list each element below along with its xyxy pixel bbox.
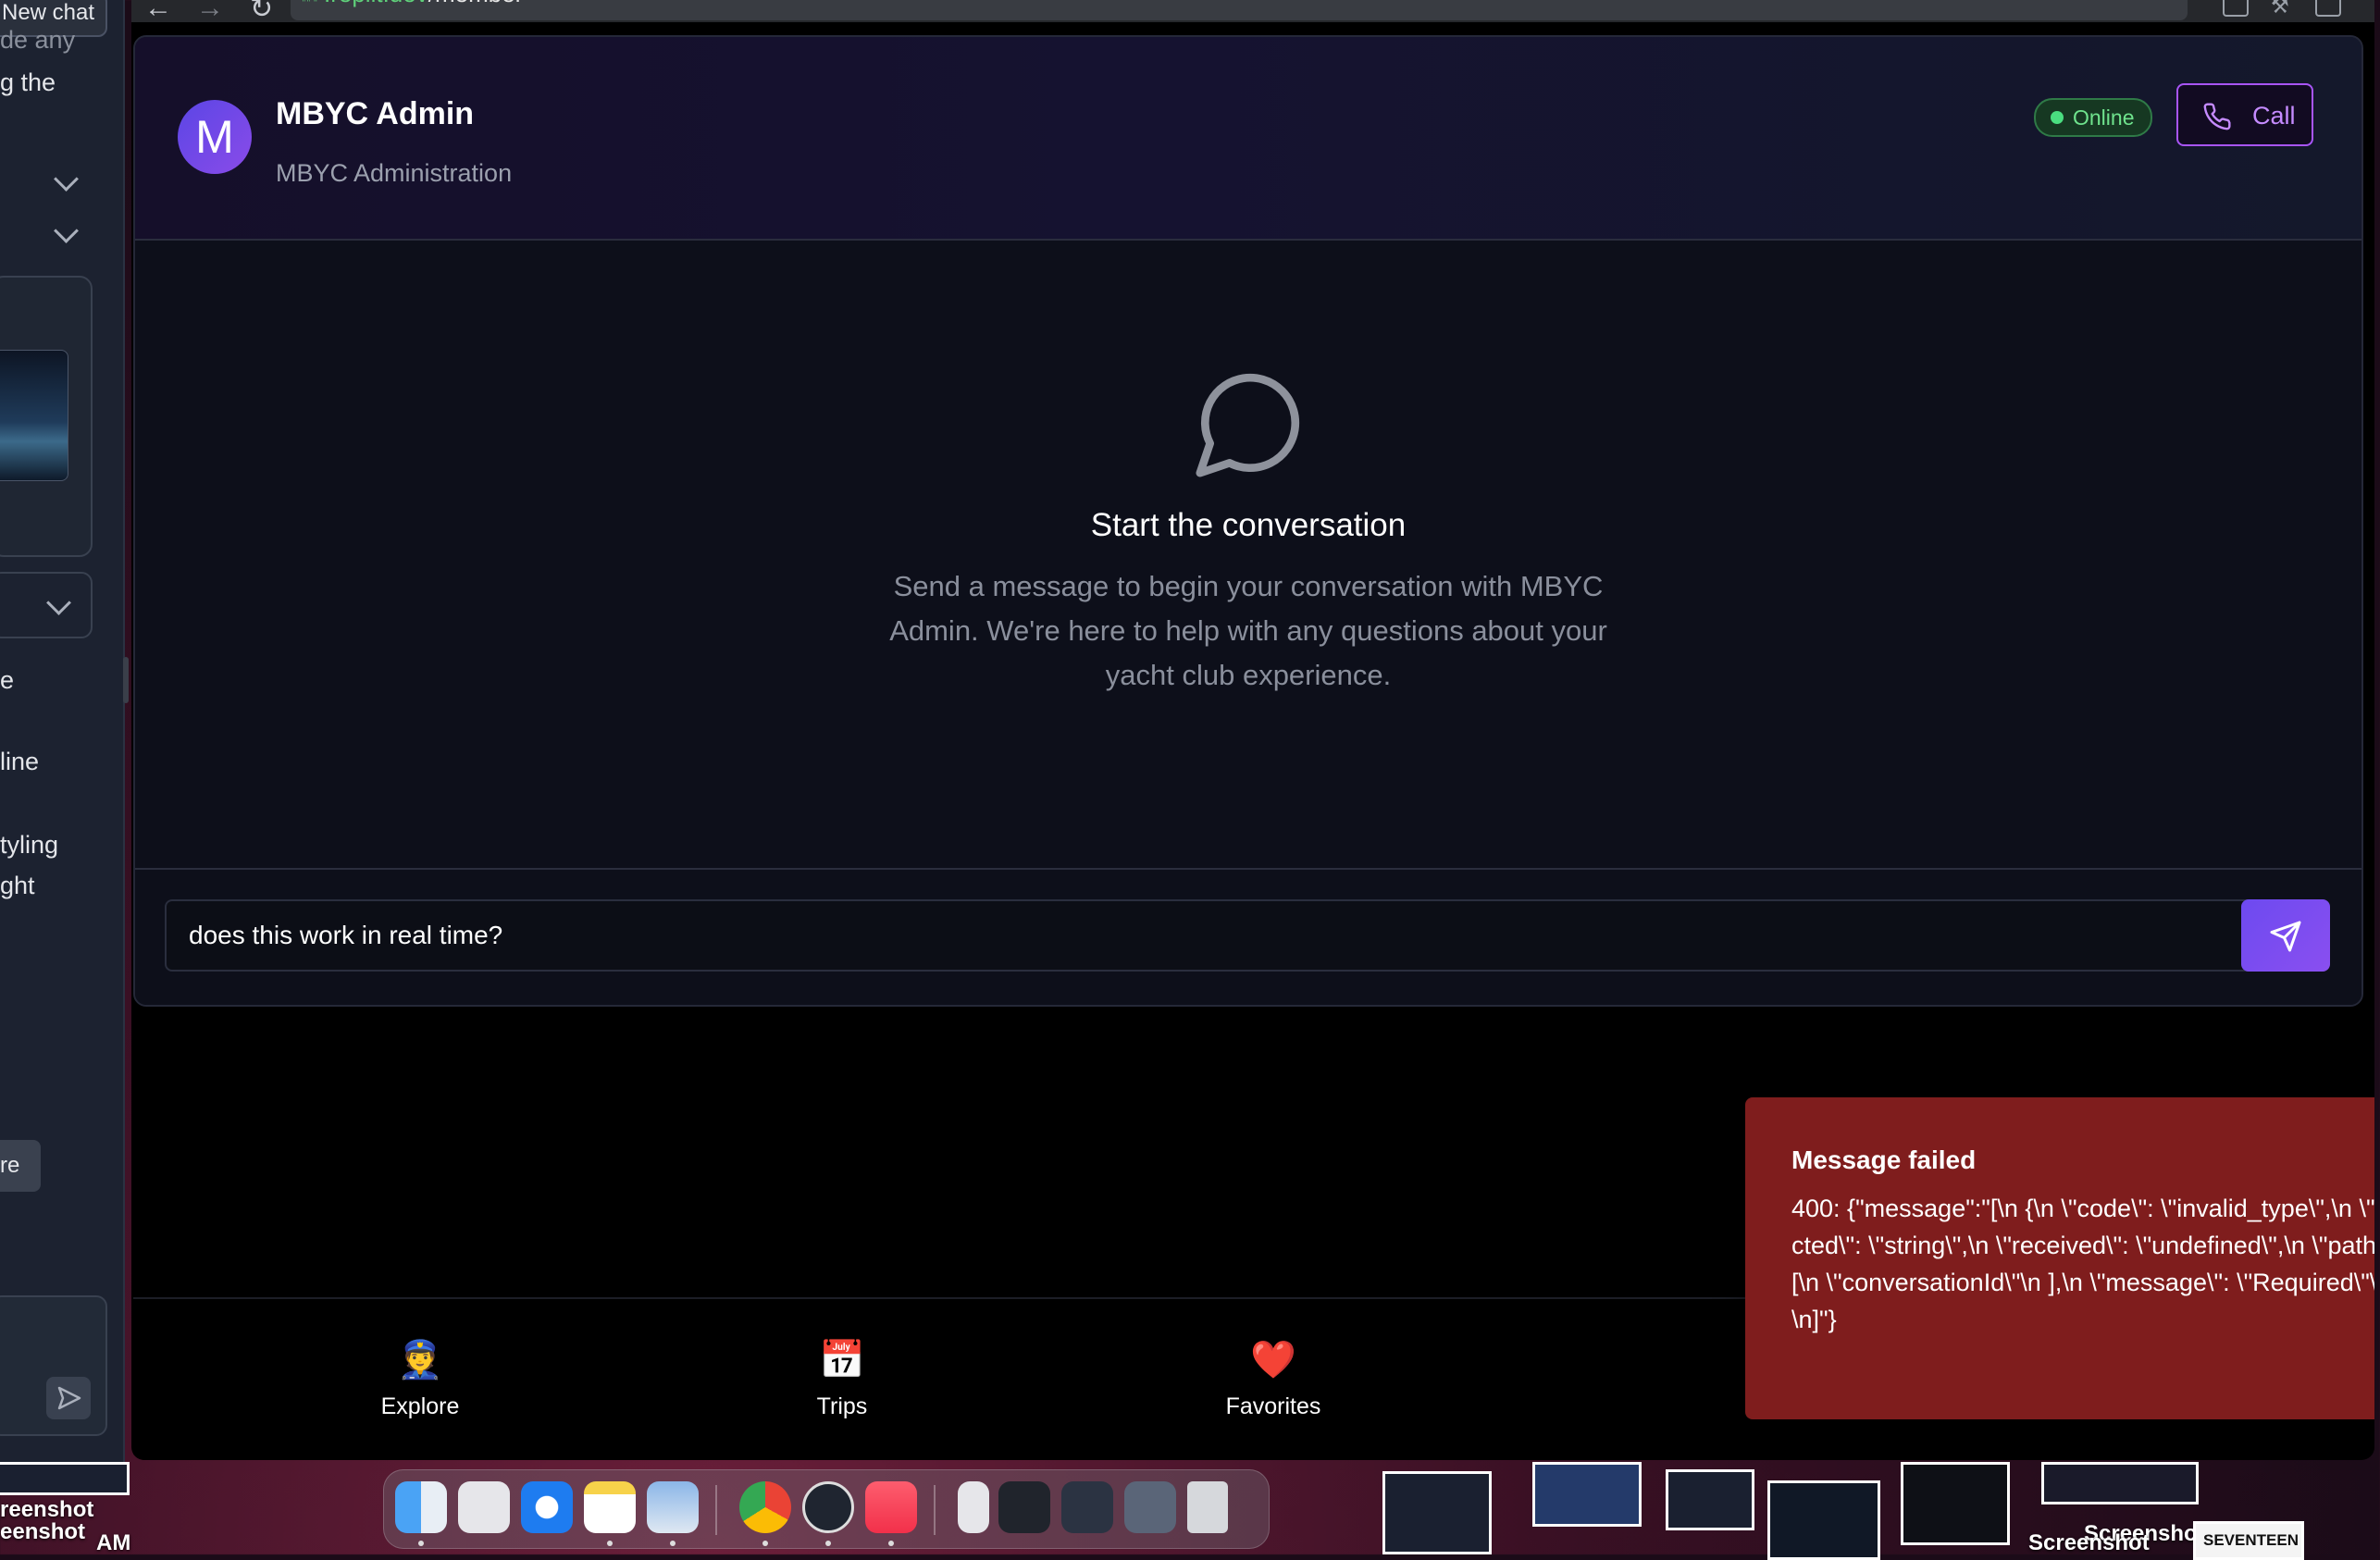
running-indicator (762, 1541, 768, 1546)
recent-item-icon[interactable] (998, 1481, 1050, 1533)
sidebar-select[interactable] (0, 572, 93, 638)
sidebar-text-2: e (0, 666, 15, 694)
error-toast[interactable]: Message failed 400: {"message":"[\n {\n … (1745, 1097, 2374, 1419)
desktop-screenshot-thumb[interactable] (0, 1462, 130, 1495)
recent-item-icon[interactable] (1061, 1481, 1113, 1533)
nav-explore[interactable]: 👮 Explore (318, 1336, 522, 1420)
message-composer (135, 868, 2361, 1005)
desktop-screenshot-thumb[interactable] (1532, 1462, 1642, 1527)
send-icon (57, 1386, 81, 1410)
sidebar-faded-text: de any (0, 26, 76, 54)
status-label: Online (2073, 105, 2135, 130)
sidebar-text-4: tyling (0, 831, 59, 859)
captain-hat-icon: 👮 (397, 1340, 443, 1380)
nav-trips[interactable]: 📅 Trips (740, 1336, 944, 1420)
call-button[interactable]: Call (2176, 83, 2313, 146)
nav-label: Favorites (1225, 1393, 1321, 1419)
running-indicator (825, 1541, 831, 1546)
desktop-icon[interactable] (2223, 0, 2249, 17)
open-external-icon[interactable] (2315, 0, 2341, 17)
desktop-file-label[interactable]: eenshot (0, 1519, 85, 1545)
contact-subtitle: MBYC Administration (276, 159, 513, 187)
desktop-screenshot-thumb[interactable] (2041, 1462, 2199, 1504)
nav-label: Trips (816, 1393, 868, 1419)
empty-state-title: Start the conversation (1090, 507, 1407, 543)
running-indicator (888, 1541, 894, 1546)
toast-title: Message failed (1791, 1145, 1977, 1174)
desktop-screenshot-thumb[interactable] (1666, 1469, 1754, 1530)
sidebar-pill[interactable]: re (0, 1140, 41, 1192)
empty-state: Start the conversation Send a message to… (135, 239, 2361, 868)
chat-card: M MBYC Admin MBYC Administration Online … (133, 35, 2363, 1007)
music-icon[interactable] (865, 1481, 917, 1533)
sidebar-send-button[interactable] (46, 1377, 91, 1419)
desktop-screenshot-thumb[interactable] (1382, 1471, 1492, 1554)
recent-item-icon[interactable] (958, 1481, 989, 1533)
avatar: M (178, 100, 252, 174)
message-circle-icon (1196, 373, 1300, 477)
chat-header: M MBYC Admin MBYC Administration Online … (135, 37, 2361, 241)
send-button[interactable] (2241, 899, 2330, 972)
trash-icon[interactable] (1187, 1481, 1228, 1533)
running-indicator (670, 1541, 676, 1546)
finder-icon[interactable] (395, 1481, 447, 1533)
launchpad-icon[interactable] (458, 1481, 510, 1533)
status-dot-icon (2051, 111, 2064, 124)
url-text: .replit.dev/member (324, 0, 523, 8)
desktop-screenshot-thumb[interactable] (1767, 1480, 1880, 1560)
panel-resize-handle[interactable] (123, 657, 129, 703)
browser-window: ← → ↻ ⛓ .replit.dev/member ⚒ M MBYC Admi… (131, 0, 2374, 1460)
recent-item-icon[interactable] (1124, 1481, 1176, 1533)
desktop-screenshot-thumb[interactable] (1901, 1462, 2010, 1545)
contact-name: MBYC Admin (276, 96, 475, 131)
url-bar[interactable]: ⛓ .replit.dev/member (291, 0, 2188, 20)
desktop-file-label: SEVENTEEN (2203, 1531, 2299, 1549)
dock-separator (934, 1485, 936, 1535)
call-label: Call (2252, 102, 2296, 130)
forward-icon[interactable]: → (196, 0, 224, 24)
toast-message: 400: {"message":"[\n {\n \"code\": \"inv… (1791, 1195, 2374, 1333)
sidebar-text-5: ght (0, 872, 35, 899)
running-indicator (607, 1541, 613, 1546)
empty-state-description: Send a message to begin your conversatio… (889, 570, 1607, 691)
running-indicator (418, 1541, 424, 1546)
chevron-down-icon[interactable] (54, 167, 79, 192)
back-icon[interactable]: ← (144, 0, 172, 24)
calendar-icon: 📅 (819, 1340, 865, 1380)
app-icon[interactable] (802, 1481, 854, 1533)
send-icon (2270, 921, 2301, 952)
desktop-file-label[interactable]: AM (96, 1530, 130, 1556)
message-input[interactable] (165, 899, 2254, 972)
url-path: /member (428, 0, 524, 7)
nav-label: Explore (380, 1393, 460, 1419)
left-chat-panel: New chat de any g the e line tyling ght … (0, 0, 125, 1466)
safari-icon[interactable] (521, 1481, 573, 1533)
wrench-icon[interactable]: ⚒ (2271, 0, 2293, 18)
macos-dock (383, 1469, 1270, 1549)
nav-favorites[interactable]: ❤️ Favorites (1171, 1336, 1375, 1420)
reload-icon[interactable]: ↻ (250, 0, 273, 25)
phone-icon (2203, 103, 2231, 130)
link-icon: ⛓ (298, 0, 324, 4)
chrome-icon[interactable] (739, 1481, 791, 1533)
notes-icon[interactable] (584, 1481, 636, 1533)
chevron-down-icon[interactable] (54, 218, 79, 243)
url-host: .replit.dev (324, 0, 428, 7)
heart-icon: ❤️ (1250, 1340, 1296, 1380)
sidebar-text-1: g the (0, 68, 56, 96)
status-badge: Online (2034, 98, 2153, 137)
preview-thumbnail[interactable] (0, 350, 68, 481)
preview-icon[interactable] (647, 1481, 699, 1533)
sidebar-text-3: line (0, 748, 40, 775)
desktop-file-label[interactable]: Screenshot (2028, 1530, 2150, 1556)
dock-separator (715, 1485, 717, 1535)
